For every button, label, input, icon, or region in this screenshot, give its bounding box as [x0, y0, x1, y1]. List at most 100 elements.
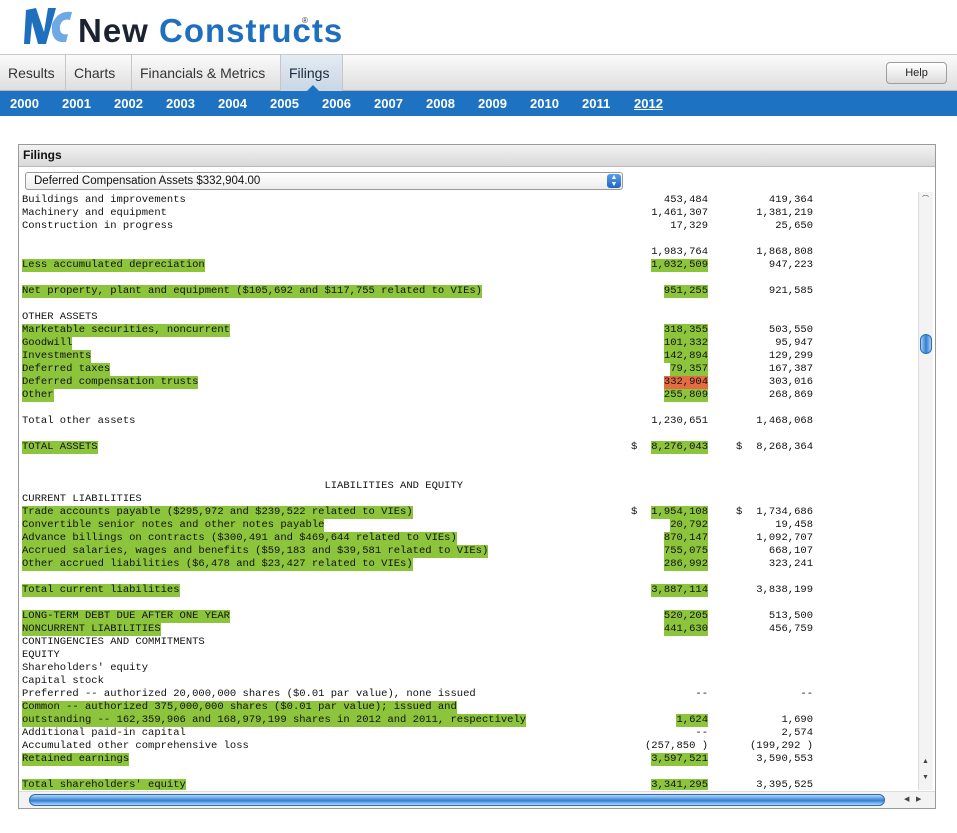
year-2006[interactable]: 2006 — [322, 96, 351, 111]
scroll-top-icon: ⌒ — [922, 196, 929, 203]
value-2011: 921,585 — [768, 285, 813, 297]
value-2012[interactable]: 1,032,509 — [651, 259, 708, 272]
year-2012[interactable]: 2012 — [634, 96, 663, 111]
line-item-label: Accrued salaries, wages and benefits ($5… — [22, 545, 489, 558]
value-2011: 3,590,553 — [756, 753, 813, 765]
line-item-label: Net property, plant and equipment ($105,… — [22, 285, 482, 298]
year-2003[interactable]: 2003 — [166, 96, 195, 111]
line-item-label: NONCURRENT LIABILITIES — [22, 623, 161, 636]
year-2000[interactable]: 2000 — [10, 96, 39, 111]
value-2012[interactable]: 3,887,114 — [651, 584, 708, 597]
year-2011[interactable]: 2011 — [582, 96, 610, 111]
horizontal-scroll-thumb[interactable] — [29, 794, 885, 806]
select-arrows-icon: ▲ ▼ — [607, 174, 621, 188]
line-item-label: Investments — [22, 350, 92, 363]
header: New Constructs ® — [0, 0, 957, 54]
tab-charts[interactable]: Charts — [66, 55, 132, 91]
value-2012: (257,850 ) — [644, 740, 708, 752]
scroll-down-icon[interactable]: ▼ — [922, 774, 929, 781]
value-2012[interactable]: 755,075 — [663, 545, 708, 558]
brand-word-1: New — [78, 12, 149, 49]
value-2012[interactable]: 1,954,108 — [651, 506, 708, 519]
scroll-up-icon[interactable]: ▲ — [922, 758, 929, 765]
year-2002[interactable]: 2002 — [114, 96, 143, 111]
line-item-label: Preferred -- authorized 20,000,000 share… — [22, 688, 476, 700]
line-item-label: Goodwill — [22, 337, 73, 350]
help-button[interactable]: Help — [886, 62, 947, 84]
value-2012[interactable]: 142,894 — [663, 350, 708, 363]
value-2011: 456,759 — [768, 623, 813, 635]
line-item-label: Common -- authorized 375,000,000 shares … — [22, 701, 457, 714]
year-2001[interactable]: 2001 — [62, 96, 91, 111]
value-2012[interactable]: 520,205 — [663, 610, 708, 623]
line-item-label: Deferred compensation trusts — [22, 376, 199, 389]
scroll-left-icon[interactable]: ◀ — [904, 795, 909, 803]
line-item-label: Less accumulated depreciation — [22, 259, 205, 272]
tab-results[interactable]: Results — [0, 55, 66, 91]
value-2012: 1,461,307 — [651, 207, 708, 219]
year-2010[interactable]: 2010 — [530, 96, 559, 111]
value-2011: 1,092,707 — [756, 532, 813, 544]
line-item-label: Convertible senior notes and other notes… — [22, 519, 325, 532]
value-2011: 25,650 — [775, 220, 813, 232]
line-item-label: Capital stock — [22, 675, 104, 687]
value-2012[interactable]: 8,276,043 — [651, 441, 708, 454]
tab-financials-metrics[interactable]: Financials & Metrics — [132, 55, 281, 91]
line-item-label: Total current liabilities — [22, 584, 180, 597]
value-2012[interactable]: 1,624 — [676, 714, 708, 727]
tab-bar: Results Charts Financials & Metrics Fili… — [0, 54, 957, 91]
value-2012[interactable]: 20,792 — [670, 519, 708, 532]
year-2009[interactable]: 2009 — [478, 96, 507, 111]
value-2012[interactable]: 101,332 — [663, 337, 708, 350]
value-2011: -- — [800, 688, 813, 700]
value-2012[interactable]: 441,630 — [663, 623, 708, 636]
line-item-label: Total other assets — [22, 415, 136, 427]
value-2012[interactable]: 3,597,521 — [651, 753, 708, 766]
line-item-label: Machinery and equipment — [22, 207, 167, 219]
value-2011: 19,458 — [775, 519, 813, 531]
value-2012[interactable]: 286,992 — [663, 558, 708, 571]
value-2011: 419,364 — [768, 194, 813, 206]
value-2012[interactable]: 332,904 — [663, 376, 708, 389]
value-2012: 1,230,651 — [651, 415, 708, 427]
value-2011: 323,241 — [768, 558, 813, 570]
value-2011: 947,223 — [768, 259, 813, 271]
line-item-label: Construction in progress — [22, 220, 174, 232]
value-2011: 95,947 — [775, 337, 813, 349]
line-item-label: LIABILITIES AND EQUITY — [22, 480, 464, 492]
horizontal-scrollbar[interactable]: ◀ ▶ — [19, 791, 935, 808]
value-2011: 3,395,525 — [756, 779, 813, 790]
value-2012[interactable]: 3,341,295 — [651, 779, 708, 790]
year-2008[interactable]: 2008 — [426, 96, 455, 111]
scroll-right-icon[interactable]: ▶ — [916, 795, 921, 803]
vertical-scroll-thumb[interactable] — [920, 334, 932, 354]
value-2011: 2,574 — [781, 727, 813, 739]
line-item-label: CURRENT LIABILITIES — [22, 493, 142, 505]
year-2004[interactable]: 2004 — [218, 96, 247, 111]
value-2012[interactable]: 318,355 — [663, 324, 708, 337]
line-item-label: Advance billings on contracts ($300,491 … — [22, 532, 457, 545]
value-2012[interactable]: 79,357 — [670, 363, 708, 376]
line-item-label: LONG-TERM DEBT DUE AFTER ONE YEAR — [22, 610, 230, 623]
line-item-label: Shareholders' equity — [22, 662, 149, 674]
registered-mark: ® — [302, 16, 308, 25]
select-value: Deferred Compensation Assets $332,904.00 — [34, 175, 261, 187]
value-2012: -- — [695, 727, 708, 739]
line-item-label: outstanding -- 162,359,906 and 168,979,1… — [22, 714, 527, 727]
filing-item-select[interactable]: Deferred Compensation Assets $332,904.00… — [25, 172, 623, 190]
logo-icon[interactable] — [22, 4, 76, 48]
value-2011: 668,107 — [768, 545, 813, 557]
currency-symbol: $ — [631, 441, 644, 453]
value-2011: 268,869 — [768, 389, 813, 401]
value-2011: 1,381,219 — [756, 207, 813, 219]
year-2005[interactable]: 2005 — [270, 96, 299, 111]
line-item-label: EQUITY — [22, 649, 60, 661]
vertical-scrollbar[interactable]: ⌒ ▲ ▼ — [918, 192, 933, 790]
year-2007[interactable]: 2007 — [374, 96, 403, 111]
line-item-label: Additional paid-in capital — [22, 727, 186, 739]
value-2012[interactable]: 255,809 — [663, 389, 708, 402]
value-2012[interactable]: 870,147 — [663, 532, 708, 545]
value-2011: (199,292 ) — [749, 740, 813, 752]
line-item-label: TOTAL ASSETS — [22, 441, 98, 454]
value-2012[interactable]: 951,255 — [663, 285, 708, 298]
